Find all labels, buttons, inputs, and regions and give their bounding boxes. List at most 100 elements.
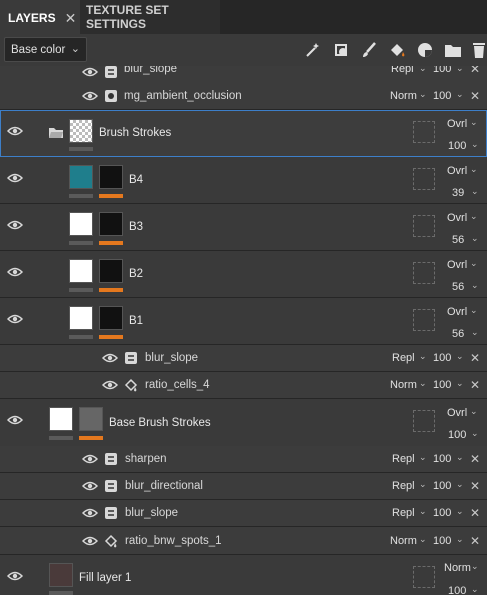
opacity-value[interactable]: 100 (433, 90, 451, 102)
tab-texture-set-settings[interactable]: TEXTURE SET SETTINGS (80, 0, 220, 34)
layer-thumbnail (49, 563, 73, 587)
effect-row[interactable]: blur_slope Repl ⌄ 100 ⌄ ✕ (0, 345, 487, 372)
blend-mode[interactable]: Repl (392, 453, 415, 465)
folder-row[interactable]: Brush Strokes Ovrl ⌄ 100 ⌄ (0, 110, 487, 157)
blend-mode[interactable]: Repl (392, 507, 415, 519)
visibility-eye-icon[interactable] (102, 352, 118, 364)
remove-effect-icon[interactable]: ✕ (470, 351, 480, 365)
add-fill-layer-icon[interactable] (386, 39, 408, 61)
visibility-eye-icon[interactable] (82, 453, 98, 465)
opacity-value[interactable]: 100 (448, 140, 466, 152)
visibility-eye-icon[interactable] (7, 172, 23, 184)
chevron-down-icon: ⌄ (70, 43, 80, 55)
visibility-eye-icon[interactable] (7, 125, 23, 137)
mask-slot[interactable] (413, 168, 435, 190)
remove-effect-icon[interactable]: ✕ (470, 378, 480, 392)
fill-effect-icon (104, 534, 118, 548)
chevron-down-icon: ⌄ (419, 351, 427, 361)
effect-row[interactable]: blur_directional Repl ⌄ 100 ⌄ ✕ (0, 473, 487, 500)
effect-row[interactable]: blur_slope Repl ⌄ 100 ⌄ ✕ (0, 500, 487, 527)
mask-slot[interactable] (413, 215, 435, 237)
fill-layer-row[interactable]: Fill layer 1 Norm ⌄ 100 ⌄ (0, 555, 487, 595)
blend-mode[interactable]: Repl (392, 480, 415, 492)
mask-thumbnail[interactable] (99, 306, 123, 330)
visibility-eye-icon[interactable] (7, 414, 23, 426)
visibility-eye-icon[interactable] (7, 313, 23, 325)
opacity-value[interactable]: 39 (452, 187, 464, 199)
chevron-down-icon: ⌄ (470, 258, 478, 268)
mask-slot[interactable] (413, 262, 435, 284)
opacity-value[interactable]: 100 (433, 453, 451, 465)
opacity-value[interactable]: 100 (433, 480, 451, 492)
blend-mode[interactable]: Ovrl (447, 407, 467, 419)
remove-effect-icon[interactable]: ✕ (470, 534, 480, 548)
add-paint-layer-icon[interactable] (358, 39, 380, 61)
remove-effect-icon[interactable]: ✕ (470, 452, 480, 466)
add-smart-material-icon[interactable] (414, 39, 436, 61)
tab-layers[interactable]: LAYERS ✕ (0, 0, 80, 34)
mask-thumbnail[interactable] (99, 212, 123, 236)
remove-effect-icon[interactable]: ✕ (470, 66, 480, 76)
visibility-eye-icon[interactable] (82, 535, 98, 547)
visibility-eye-icon[interactable] (82, 507, 98, 519)
paint-layer-row[interactable]: B2 Ovrl ⌄ 56 ⌄ (0, 251, 487, 298)
opacity-value[interactable]: 100 (433, 535, 451, 547)
visibility-eye-icon[interactable] (82, 66, 98, 78)
fill-layer-row[interactable]: Base Brush Strokes Ovrl ⌄ 100 ⌄ (0, 399, 487, 452)
remove-effect-icon[interactable]: ✕ (470, 506, 480, 520)
chevron-down-icon: ⌄ (419, 479, 427, 489)
blend-mode[interactable]: Repl (391, 66, 414, 75)
mask-thumbnail[interactable] (99, 259, 123, 283)
paint-layer-row[interactable]: B3 Ovrl ⌄ 56 ⌄ (0, 204, 487, 251)
visibility-eye-icon[interactable] (7, 219, 23, 231)
channel-dropdown[interactable]: Base color ⌄ (4, 37, 87, 62)
opacity-value[interactable]: 100 (433, 507, 451, 519)
layer-stack[interactable]: blur_slope Repl ⌄ 100 ⌄ ✕ mg_ambient_occ… (0, 66, 487, 595)
opacity-value[interactable]: 100 (433, 66, 451, 75)
visibility-eye-icon[interactable] (7, 570, 23, 582)
mask-slot[interactable] (413, 309, 435, 331)
mask-thumbnail[interactable] (99, 165, 123, 189)
blend-mode[interactable]: Repl (392, 352, 415, 364)
delete-layer-icon[interactable] (468, 39, 487, 61)
opacity-value[interactable]: 100 (433, 379, 451, 391)
remove-effect-icon[interactable]: ✕ (470, 479, 480, 493)
blend-mode[interactable]: Norm (390, 90, 417, 102)
effect-row[interactable]: mg_ambient_occlusion Norm ⌄ 100 ⌄ ✕ (0, 83, 487, 110)
opacity-value[interactable]: 56 (452, 281, 464, 293)
visibility-eye-icon[interactable] (82, 480, 98, 492)
effect-row[interactable]: ratio_bnw_spots_1 Norm ⌄ 100 ⌄ ✕ (0, 527, 487, 555)
opacity-value[interactable]: 100 (448, 585, 466, 595)
blend-mode[interactable]: Ovrl (447, 259, 467, 271)
blend-mode[interactable]: Norm (444, 562, 471, 574)
mask-slot[interactable] (413, 566, 435, 588)
folder-open-icon[interactable] (48, 126, 64, 139)
visibility-eye-icon[interactable] (102, 379, 118, 391)
opacity-value[interactable]: 100 (433, 352, 451, 364)
remove-effect-icon[interactable]: ✕ (470, 89, 480, 103)
add-mask-icon[interactable] (330, 39, 352, 61)
effect-row[interactable]: blur_slope Repl ⌄ 100 ⌄ ✕ (0, 66, 487, 84)
opacity-value[interactable]: 56 (452, 234, 464, 246)
visibility-eye-icon[interactable] (7, 266, 23, 278)
blend-mode[interactable]: Ovrl (447, 212, 467, 224)
opacity-value[interactable]: 100 (448, 429, 466, 441)
blend-mode[interactable]: Norm (390, 535, 417, 547)
blend-mode[interactable]: Ovrl (447, 118, 467, 130)
effect-row[interactable]: ratio_cells_4 Norm ⌄ 100 ⌄ ✕ (0, 372, 487, 399)
mask-slot[interactable] (413, 121, 435, 143)
chevron-down-icon: ⌄ (471, 561, 479, 571)
visibility-eye-icon[interactable] (82, 90, 98, 102)
effect-row[interactable]: sharpen Repl ⌄ 100 ⌄ ✕ (0, 446, 487, 473)
paint-layer-row[interactable]: B1 Ovrl ⌄ 56 ⌄ (0, 298, 487, 345)
blend-mode[interactable]: Ovrl (447, 306, 467, 318)
mask-thumbnail[interactable] (79, 407, 103, 431)
tab-close-icon[interactable]: ✕ (65, 10, 77, 27)
paint-layer-row[interactable]: B4 Ovrl ⌄ 39 ⌄ (0, 157, 487, 204)
opacity-value[interactable]: 56 (452, 328, 464, 340)
mask-slot[interactable] (413, 410, 435, 432)
add-folder-icon[interactable] (442, 39, 464, 61)
blend-mode[interactable]: Ovrl (447, 165, 467, 177)
add-effect-icon[interactable] (302, 39, 324, 61)
blend-mode[interactable]: Norm (390, 379, 417, 391)
